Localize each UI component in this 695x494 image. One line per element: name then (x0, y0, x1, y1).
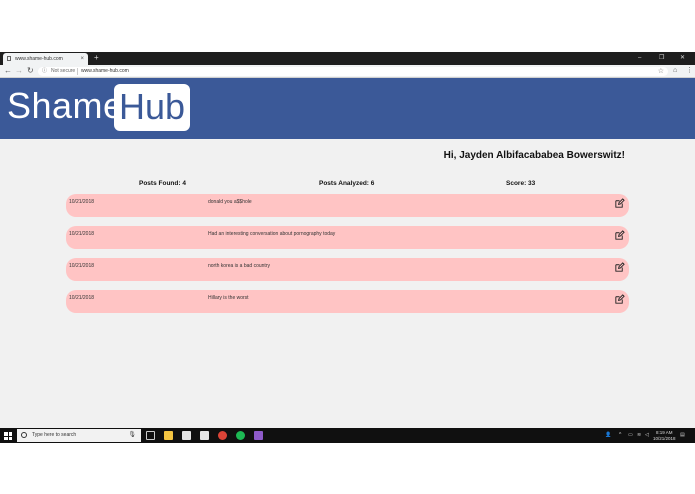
post-row: 10/21/2018 donald you a$$hole (66, 194, 629, 217)
back-arrow-icon[interactable]: ← (4, 65, 12, 77)
divider (77, 68, 78, 75)
people-icon[interactable]: 👤 (605, 428, 611, 443)
info-icon[interactable]: ⓘ (42, 67, 47, 76)
taskbar-search[interactable]: Type here to search 🎙 (17, 429, 141, 442)
address-toolbar: ← → ↻ ⓘ Not secure www.shame-hub.com ☆ ⌂… (0, 65, 695, 78)
tab-title: www.shame-hub.com (15, 56, 63, 62)
logo-hub-badge: Hub (114, 84, 190, 131)
maximize-button[interactable]: ❐ (659, 52, 664, 64)
windows-start-icon[interactable] (4, 432, 12, 440)
post-text: Had an interesting conversation about po… (208, 231, 336, 237)
notifications-icon[interactable]: ▤ (680, 428, 685, 443)
post-text: north korea is a bad country (208, 263, 270, 269)
visual-studio-icon[interactable] (254, 431, 263, 440)
user-greeting: Hi, Jayden Albifacababea Bowerswitz! (443, 150, 625, 161)
post-date: 10/21/2018 (69, 295, 95, 301)
windows-taskbar: Type here to search 🎙 👤 ^ ▭ ≋ ◁ 8:19 AM … (0, 428, 695, 443)
site-header: Shame Hub (0, 78, 695, 139)
battery-icon[interactable]: ▭ (628, 428, 633, 443)
edit-icon[interactable] (614, 294, 625, 305)
microphone-icon[interactable]: 🎙 (128, 429, 136, 442)
post-text: Hillary is the worst (208, 295, 249, 301)
posts-found-stat: Posts Found: 4 (139, 180, 186, 187)
menu-icon[interactable]: ⋮ (686, 65, 693, 77)
main-content: Hi, Jayden Albifacababea Bowerswitz! Pos… (0, 139, 695, 428)
url-bar[interactable]: ⓘ Not secure www.shame-hub.com ☆ (38, 67, 668, 76)
reload-icon[interactable]: ↻ (27, 65, 34, 77)
system-clock[interactable]: 8:19 AM 10/21/2018 (653, 430, 676, 441)
clock-time: 8:19 AM (656, 430, 673, 435)
minimize-button[interactable]: – (638, 52, 641, 64)
store-icon[interactable] (182, 431, 191, 440)
post-date: 10/21/2018 (69, 199, 95, 205)
post-row: 10/21/2018 north korea is a bad country (66, 258, 629, 281)
spotify-icon[interactable] (236, 431, 245, 440)
post-date: 10/21/2018 (69, 263, 95, 269)
url-text: www.shame-hub.com (81, 68, 129, 74)
new-tab-button[interactable]: + (94, 52, 99, 64)
wifi-icon[interactable]: ≋ (637, 428, 641, 443)
clock-date: 10/21/2018 (653, 435, 676, 441)
score-stat: Score: 33 (506, 180, 536, 187)
edit-icon[interactable] (614, 262, 625, 273)
post-date: 10/21/2018 (69, 231, 95, 237)
edit-icon[interactable] (614, 198, 625, 209)
forward-arrow-icon[interactable]: → (15, 65, 23, 77)
mail-icon[interactable] (200, 431, 209, 440)
security-label: Not secure (51, 68, 76, 74)
page-icon (7, 56, 11, 61)
bookmark-star-icon[interactable]: ☆ (658, 67, 664, 76)
posts-analyzed-stat: Posts Analyzed: 6 (319, 180, 375, 187)
browser-tab[interactable]: www.shame-hub.com × (3, 53, 88, 65)
browser-tab-strip: www.shame-hub.com × + – ❐ ✕ (0, 52, 695, 65)
volume-icon[interactable]: ◁ (645, 428, 649, 443)
post-row: 10/21/2018 Hillary is the worst (66, 290, 629, 313)
chrome-icon[interactable] (218, 431, 227, 440)
logo-shame-text: Shame (7, 85, 124, 126)
cortana-icon (21, 432, 27, 438)
task-view-icon[interactable] (146, 431, 155, 440)
tray-chevron-icon[interactable]: ^ (619, 428, 621, 443)
extension-icon[interactable]: ⌂ (673, 65, 677, 77)
close-window-button[interactable]: ✕ (680, 52, 685, 64)
edit-icon[interactable] (614, 230, 625, 241)
post-text: donald you a$$hole (208, 199, 252, 205)
post-row: 10/21/2018 Had an interesting conversati… (66, 226, 629, 249)
search-placeholder: Type here to search (32, 432, 77, 438)
tab-close-icon[interactable]: × (80, 53, 84, 65)
file-explorer-icon[interactable] (164, 431, 173, 440)
